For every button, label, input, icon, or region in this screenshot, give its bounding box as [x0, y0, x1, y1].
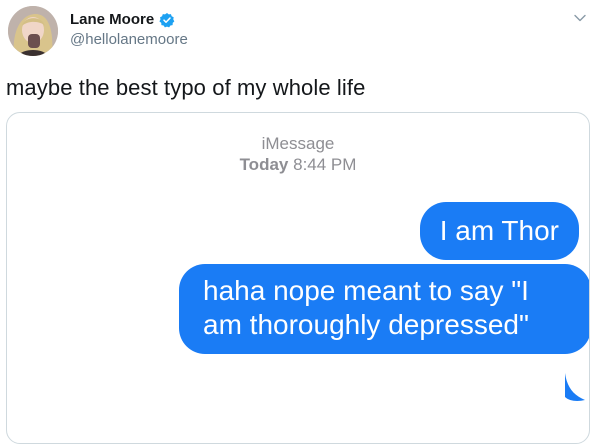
message-text: I am Thor [439, 215, 559, 246]
message-tail [565, 373, 585, 401]
chevron-down-icon[interactable] [572, 10, 588, 26]
tweet-text: maybe the best typo of my whole life [6, 75, 366, 100]
imessage-time: 8:44 PM [293, 155, 357, 174]
author-handle[interactable]: @hellolanemoore [70, 31, 188, 48]
avatar-photo [8, 6, 58, 56]
imessage-timestamp: Today 8:44 PM [7, 154, 589, 175]
author-display-name[interactable]: Lane Moore [70, 11, 154, 28]
message-bubble: haha nope meant to say "I am thoroughly … [179, 264, 589, 354]
message-bubble: I am Thor [419, 202, 579, 260]
imessage-day: Today [239, 155, 289, 174]
message-text: haha nope meant to say "I am thoroughly … [203, 275, 529, 340]
imessage-header: iMessage Today 8:44 PM [7, 133, 589, 175]
author-name-row[interactable]: Lane Moore [70, 11, 175, 28]
avatar[interactable] [8, 6, 58, 56]
imessage-service-label: iMessage [261, 134, 335, 153]
tweet-media-screenshot[interactable]: iMessage Today 8:44 PM I am Thor haha no… [6, 112, 590, 444]
verified-badge-icon [159, 12, 175, 27]
